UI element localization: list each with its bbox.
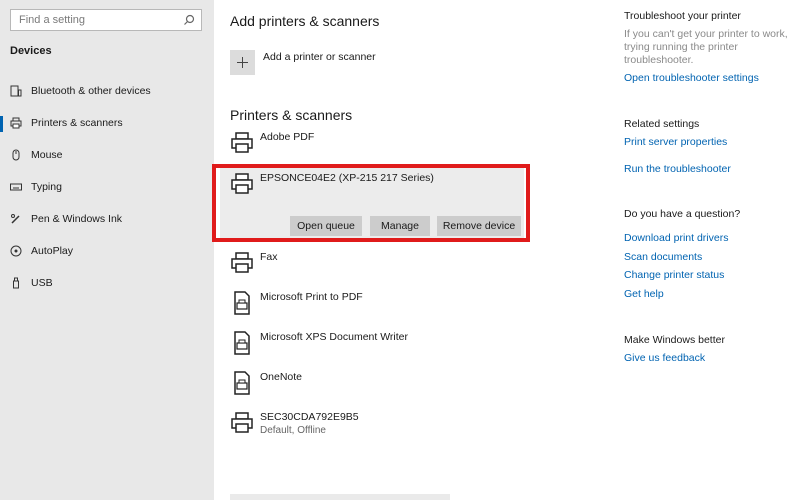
give-feedback-link[interactable]: Give us feedback [624,352,705,364]
printer-item[interactable]: Microsoft XPS Document Writer [230,331,530,357]
document-printer-icon [234,371,250,395]
keyboard-icon [10,183,22,191]
sidebar-item-autoplay[interactable]: AutoPlay [0,240,214,264]
category-title: Devices [10,45,52,57]
printer-item[interactable]: SEC30CDA792E9B5 Default, Offline [230,411,530,441]
print-server-properties-link[interactable]: Print server properties [624,136,727,148]
sidebar-item-printers[interactable]: Printers & scanners [0,112,214,136]
add-printers-heading: Add printers & scanners [230,13,380,29]
sidebar-item-label: AutoPlay [31,245,74,257]
related-settings-heading: Related settings [624,118,700,130]
get-help-link[interactable]: Get help [624,288,664,300]
highlight-annotation [212,164,530,242]
add-printer-button[interactable] [230,50,255,75]
sidebar: Find a setting Devices Bluetooth & other… [0,0,214,500]
run-troubleshooter-link[interactable]: Run the troubleshooter [624,163,731,175]
printer-name: SEC30CDA792E9B5 [260,411,359,423]
sidebar-item-usb[interactable]: USB [0,272,214,296]
printer-name: Fax [260,251,278,263]
printer-item[interactable]: Adobe PDF [230,131,530,157]
printer-item[interactable]: OneNote [230,371,530,397]
add-printer-label[interactable]: Add a printer or scanner [263,51,376,63]
autoplay-icon [10,245,22,257]
troubleshoot-text: If you can't get your printer to work, t… [624,28,788,66]
sidebar-item-label: USB [31,277,53,289]
printer-icon [231,252,253,273]
document-printer-icon [234,291,250,315]
printer-name: Microsoft XPS Document Writer [260,331,409,343]
scan-documents-link[interactable]: Scan documents [624,251,702,263]
usb-icon [13,277,19,289]
pen-icon [11,214,20,224]
mouse-icon [12,149,20,161]
sidebar-item-label: Bluetooth & other devices [31,85,151,97]
sidebar-item-bluetooth[interactable]: Bluetooth & other devices [0,80,214,104]
sidebar-item-label: Pen & Windows Ink [31,213,123,225]
printer-icon [10,117,22,129]
search-placeholder: Find a setting [19,14,86,26]
search-icon[interactable] [183,14,195,26]
troubleshoot-heading: Troubleshoot your printer [624,10,741,22]
make-windows-better-heading: Make Windows better [624,334,725,346]
change-printer-status-link[interactable]: Change printer status [624,269,724,281]
sidebar-item-label: Mouse [31,149,63,161]
open-troubleshooter-link[interactable]: Open troubleshooter settings [624,72,759,84]
download-drivers-link[interactable]: Download print drivers [624,232,728,244]
bluetooth-devices-icon [10,85,22,97]
printer-name: Microsoft Print to PDF [260,291,363,303]
printer-status: Default, Offline [260,425,326,436]
printer-name: OneNote [260,371,303,383]
sidebar-item-typing[interactable]: Typing [0,176,214,200]
search-input[interactable]: Find a setting [10,9,202,31]
sidebar-item-pen[interactable]: Pen & Windows Ink [0,208,214,232]
printers-heading: Printers & scanners [230,107,353,123]
document-printer-icon [234,331,250,355]
printer-name: Adobe PDF [260,131,315,143]
sidebar-item-mouse[interactable]: Mouse [0,144,214,168]
printer-item[interactable]: Fax [230,251,530,277]
sidebar-item-label: Printers & scanners [31,117,123,129]
printer-item[interactable]: Microsoft Print to PDF [230,291,530,317]
sidebar-item-label: Typing [31,181,62,193]
printer-icon [231,132,253,153]
cut-off-heading [230,494,450,500]
question-heading: Do you have a question? [624,208,741,220]
printer-icon [231,412,253,433]
